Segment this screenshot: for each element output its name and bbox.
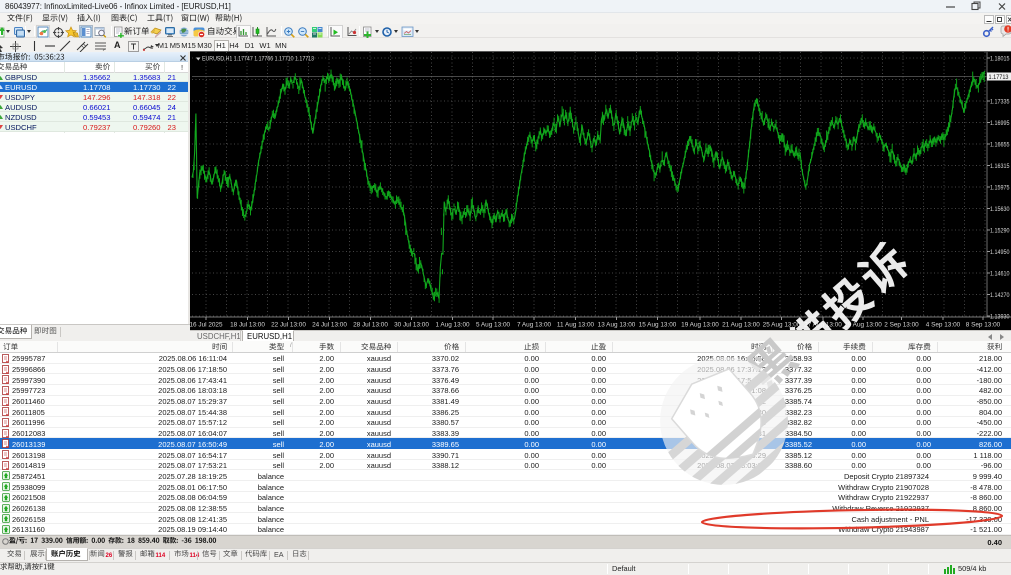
- svg-text:1.15290: 1.15290: [990, 227, 1010, 234]
- svg-text:1.17713: 1.17713: [989, 74, 1009, 81]
- svg-text:16 Jul 2025: 16 Jul 2025: [190, 322, 223, 329]
- svg-text:1 Aug 13:00: 1 Aug 13:00: [435, 322, 470, 329]
- svg-text:1.14950: 1.14950: [990, 249, 1010, 256]
- svg-text:22 Jul 13:00: 22 Jul 13:00: [271, 322, 306, 329]
- svg-text:13 Aug 13:00: 13 Aug 13:00: [598, 322, 636, 329]
- svg-text:1.16315: 1.16315: [990, 163, 1010, 170]
- svg-text:EURUSD,H1 1.17747 1.17766 1.1: EURUSD,H1 1.17747 1.17766 1.17710 1.1771…: [202, 56, 314, 63]
- svg-text:1.15975: 1.15975: [990, 184, 1010, 191]
- svg-text:1.13930: 1.13930: [990, 313, 1010, 320]
- svg-text:1.16655: 1.16655: [990, 141, 1010, 148]
- svg-text:8 Sep 13:00: 8 Sep 13:00: [966, 322, 1001, 329]
- svg-text:2 Sep 13:00: 2 Sep 13:00: [884, 322, 919, 329]
- svg-text:24 Jul 13:00: 24 Jul 13:00: [312, 322, 347, 329]
- svg-text:7 Aug 13:00: 7 Aug 13:00: [517, 322, 552, 329]
- svg-text:1.15630: 1.15630: [990, 206, 1010, 213]
- svg-text:21 Aug 13:00: 21 Aug 13:00: [722, 322, 760, 329]
- svg-text:1.17335: 1.17335: [990, 98, 1010, 105]
- svg-text:1.16995: 1.16995: [990, 120, 1010, 127]
- svg-text:5 Aug 13:00: 5 Aug 13:00: [476, 322, 511, 329]
- svg-text:4 Sep 13:00: 4 Sep 13:00: [926, 322, 961, 329]
- svg-text:19 Aug 13:00: 19 Aug 13:00: [681, 322, 719, 329]
- svg-text:15 Aug 13:00: 15 Aug 13:00: [639, 322, 677, 329]
- svg-text:1.14270: 1.14270: [990, 292, 1010, 299]
- svg-text:18 Jul 13:00: 18 Jul 13:00: [230, 322, 265, 329]
- svg-text:11 Aug 13:00: 11 Aug 13:00: [557, 322, 595, 329]
- svg-text:1.18015: 1.18015: [990, 55, 1010, 62]
- svg-text:30 Jul 13:00: 30 Jul 13:00: [394, 322, 429, 329]
- svg-text:28 Jul 13:00: 28 Jul 13:00: [353, 322, 388, 329]
- svg-text:1.14610: 1.14610: [990, 270, 1010, 277]
